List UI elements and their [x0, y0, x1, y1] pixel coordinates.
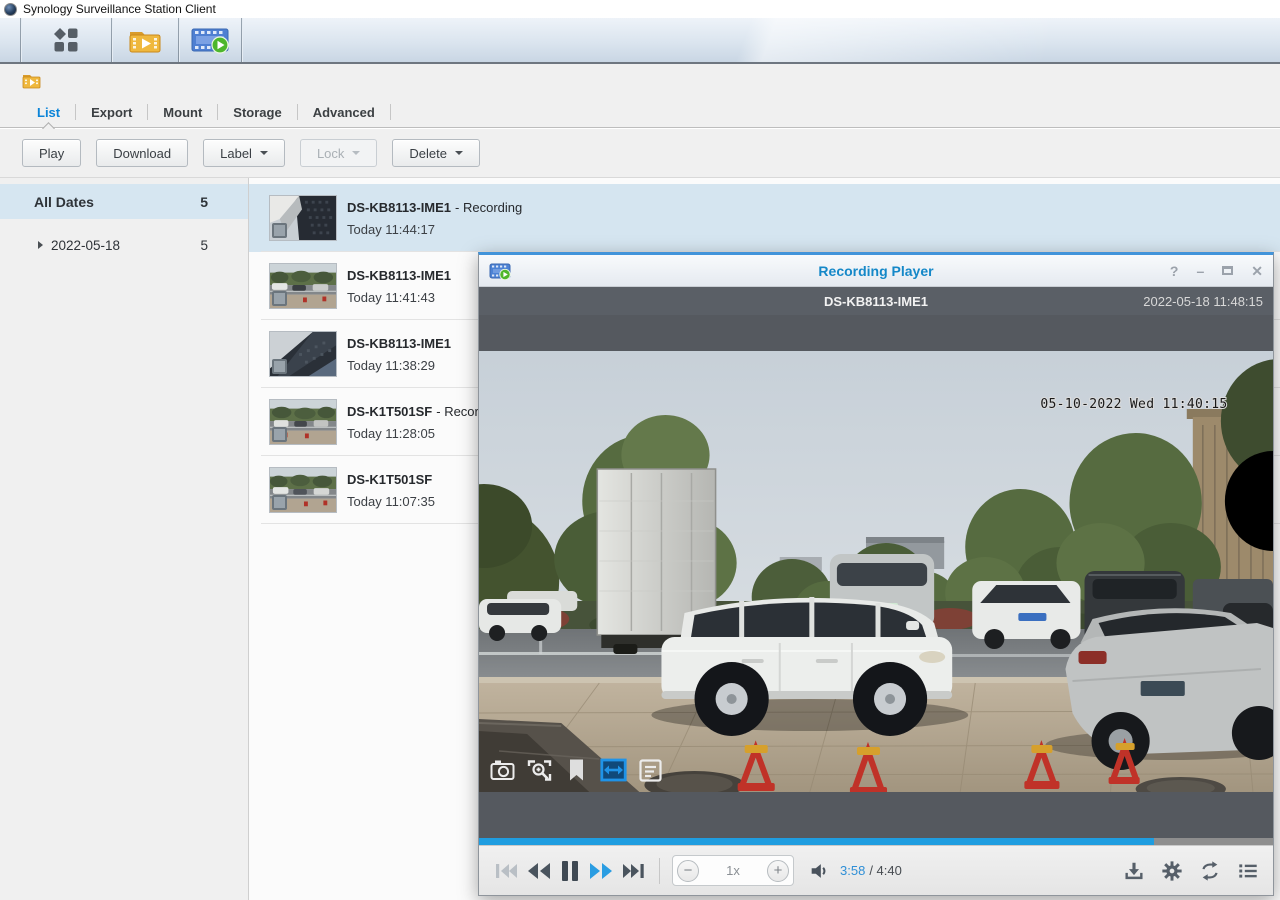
thumbnail-checkbox[interactable] [272, 291, 287, 306]
progress-fill [479, 838, 1154, 845]
volume-icon[interactable] [808, 860, 830, 882]
tab-advanced[interactable]: Advanced [298, 97, 390, 127]
player-titlebar[interactable]: Recording Player ? – ✕ [479, 255, 1273, 287]
recording-thumbnail [269, 331, 337, 377]
time-current: 3:58 [840, 863, 865, 878]
tab-bar: List Export Mount Storage Advanced [22, 97, 391, 127]
maximize-icon[interactable] [1222, 266, 1233, 275]
help-icon[interactable]: ? [1170, 264, 1179, 278]
bookmark-icon[interactable] [563, 757, 590, 784]
minimize-icon[interactable]: – [1196, 264, 1204, 278]
fast-forward-button[interactable] [588, 859, 614, 883]
event-log-icon[interactable] [637, 757, 664, 784]
lock-dropdown-button[interactable]: Lock [300, 139, 377, 167]
date-sidebar: All Dates 5 2022-05-18 5 [0, 178, 249, 900]
date-count: 5 [200, 238, 208, 253]
tab-storage[interactable]: Storage [218, 97, 296, 127]
player-camera-bar: DS-KB8113-IME1 2022-05-18 11:48:15 [479, 287, 1273, 315]
os-titlebar: Synology Surveillance Station Client [0, 0, 1280, 18]
window-title: Synology Surveillance Station Client [23, 2, 216, 16]
recording-thumbnail [269, 399, 337, 445]
chevron-down-icon [455, 151, 463, 155]
recording-player-window: Recording Player ? – ✕ DS-KB8113-IME1 20… [478, 252, 1274, 896]
play-queue-icon[interactable] [1237, 860, 1259, 882]
recording-player-icon [191, 26, 229, 54]
playback-time: 3:58 / 4:40 [840, 863, 902, 878]
thumbnail-checkbox[interactable] [272, 359, 287, 374]
chevron-down-icon [352, 151, 360, 155]
thumbnail-checkbox[interactable] [272, 495, 287, 510]
main-toolbar [0, 18, 1280, 64]
repeat-icon[interactable] [1199, 860, 1221, 882]
video-overlay-toolbar [489, 757, 664, 784]
video-area[interactable]: 05-10-2022 Wed 11:40:15 [479, 315, 1273, 838]
all-dates-count: 5 [200, 194, 208, 210]
rewind-button[interactable] [526, 859, 552, 883]
video-osd-timestamp: 05-10-2022 Wed 11:40:15 [1040, 397, 1227, 412]
seek-bar[interactable] [479, 838, 1273, 845]
video-frame: 05-10-2022 Wed 11:40:15 [479, 351, 1273, 792]
speed-control: − 1x + [672, 855, 794, 886]
speed-decrease-button[interactable]: − [677, 860, 699, 882]
recording-row-1[interactable]: DS-KB8113-IME1- Recording Today 11:44:17 [249, 184, 1280, 252]
recording-thumbnail [269, 467, 337, 513]
snapshot-icon[interactable] [489, 757, 516, 784]
download-button[interactable]: Download [96, 139, 188, 167]
playback-controls: − 1x + 3:58 / 4:40 [479, 845, 1273, 895]
apps-menu-button[interactable] [21, 18, 111, 62]
recording-player-button[interactable] [179, 18, 241, 62]
chevron-down-icon [260, 151, 268, 155]
sidebar-item-all-dates[interactable]: All Dates 5 [0, 184, 248, 219]
skip-to-start-button[interactable] [493, 859, 519, 883]
skip-to-end-button[interactable] [621, 859, 647, 883]
delete-dropdown-button[interactable]: Delete [392, 139, 480, 167]
download-recording-icon[interactable] [1123, 860, 1145, 882]
speed-increase-button[interactable]: + [767, 860, 789, 882]
tab-list[interactable]: List [22, 97, 75, 127]
recording-page-icon [22, 73, 41, 89]
close-icon[interactable]: ✕ [1251, 264, 1263, 278]
apps-grid-icon [53, 27, 79, 53]
recording-thumbnail [269, 195, 337, 241]
speed-value: 1x [699, 863, 767, 878]
pause-button[interactable] [559, 858, 581, 884]
playback-timestamp: 2022-05-18 11:48:15 [1143, 294, 1263, 309]
fit-width-icon[interactable] [600, 757, 627, 784]
tab-export[interactable]: Export [76, 97, 147, 127]
time-total: / 4:40 [869, 863, 902, 878]
recordings-folder-button[interactable] [112, 18, 178, 62]
recording-window-header: Recording List Export Mount Storage Adva… [0, 64, 1280, 128]
label-dropdown-button[interactable]: Label [203, 139, 285, 167]
sidebar-item-date[interactable]: 2022-05-18 5 [0, 229, 248, 261]
settings-gear-icon[interactable] [1161, 860, 1183, 882]
thumbnail-checkbox[interactable] [272, 427, 287, 442]
tab-mount[interactable]: Mount [148, 97, 217, 127]
thumbnail-checkbox[interactable] [272, 223, 287, 238]
action-bar: Play Download Label Lock Delete [0, 129, 1280, 178]
recording-thumbnail [269, 263, 337, 309]
play-button[interactable]: Play [22, 139, 81, 167]
expand-arrow-icon [38, 241, 43, 249]
digital-zoom-icon[interactable] [526, 757, 553, 784]
recording-folder-icon [127, 26, 163, 54]
player-title: Recording Player [479, 263, 1273, 279]
app-logo-icon [4, 3, 17, 16]
